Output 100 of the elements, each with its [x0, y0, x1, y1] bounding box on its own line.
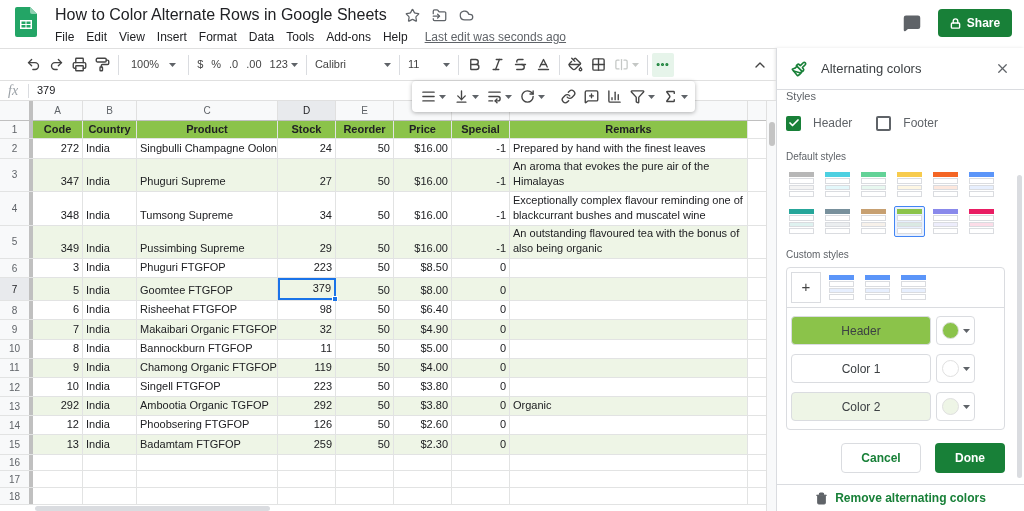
row-number[interactable]: 2 [11, 140, 18, 156]
table-cell: 24 [319, 140, 332, 156]
trash-icon[interactable] [815, 491, 829, 505]
column-header[interactable]: A [54, 103, 61, 119]
increase-decimals-button[interactable]: .00 [242, 52, 266, 77]
color-label-button[interactable]: Color 2 [791, 392, 931, 421]
section-label: Default styles [786, 150, 848, 164]
panel-scrollbar[interactable] [1017, 175, 1022, 478]
style-swatch[interactable] [858, 169, 889, 200]
table-cell: 7 [72, 321, 79, 337]
table-cell: $16.00 [414, 140, 448, 156]
custom-style-swatch[interactable] [862, 272, 893, 303]
horizontal-scrollbar[interactable] [35, 505, 270, 511]
menu-item[interactable]: Insert [156, 28, 187, 46]
style-swatch[interactable] [822, 169, 853, 200]
menu-item[interactable]: View [119, 28, 145, 46]
table-cell: 0 [499, 260, 506, 276]
table-cell: 347 [60, 174, 79, 190]
table-cell: 349 [60, 241, 79, 257]
fill-handle[interactable] [332, 296, 338, 303]
table-cell: $8.50 [420, 260, 448, 276]
folder-icon[interactable] [431, 7, 447, 23]
row-number[interactable]: 5 [11, 234, 18, 250]
table-cell: Makaibari Organic FTGFOP [140, 321, 277, 337]
row-number[interactable]: 8 [11, 302, 18, 318]
column-header[interactable]: C [203, 103, 211, 119]
color-label-button[interactable]: Color 1 [791, 354, 931, 383]
cancel-button[interactable]: Cancel [841, 443, 921, 473]
color-label-button[interactable]: Header [791, 316, 931, 345]
remove-link[interactable]: Remove alternating colors [835, 489, 986, 507]
close-icon[interactable] [995, 61, 1010, 76]
caret-icon [505, 94, 512, 99]
row-number[interactable]: 3 [11, 167, 18, 183]
comment-icon[interactable] [903, 14, 921, 32]
done-button[interactable]: Done [935, 443, 1005, 473]
star-icon[interactable] [404, 7, 420, 23]
table-cell: India [86, 302, 110, 318]
currency-button[interactable]: $ [193, 52, 208, 77]
style-swatch[interactable] [930, 206, 961, 237]
style-swatch[interactable] [894, 206, 925, 237]
sheets-logo-icon[interactable] [15, 7, 37, 37]
style-swatch[interactable] [786, 169, 817, 200]
row-number[interactable]: 9 [11, 322, 18, 337]
menu-item[interactable]: Help [382, 28, 408, 46]
text-wrapping-icon [487, 89, 502, 104]
custom-style-swatch[interactable] [826, 272, 857, 303]
font-size-dropdown[interactable]: 11 [403, 52, 454, 77]
menu-item[interactable]: Data [248, 28, 275, 46]
caret-icon [472, 94, 479, 99]
style-swatch[interactable] [930, 169, 961, 200]
style-swatch[interactable] [822, 206, 853, 237]
style-swatch[interactable] [966, 169, 997, 200]
color-picker[interactable] [936, 354, 975, 383]
table-cell-text: Reorder [343, 122, 386, 138]
table-cell: 12 [66, 417, 79, 433]
table-cell: -1 [496, 241, 506, 257]
zoom-dropdown[interactable]: 100% [123, 52, 185, 77]
vertical-scrollbar[interactable] [768, 122, 775, 146]
menu-item[interactable]: Tools [286, 28, 315, 46]
table-cell: India [86, 140, 110, 156]
decrease-decimals-button[interactable]: .0 [225, 52, 243, 77]
style-swatch[interactable] [786, 206, 817, 237]
menu-item[interactable]: File [55, 28, 75, 46]
table-cell: 0 [499, 417, 506, 433]
document-title[interactable]: How to Color Alternate Rows in Google Sheets [55, 5, 387, 25]
table-cell: 50 [377, 140, 390, 156]
table-cell: 50 [377, 436, 390, 452]
column-header[interactable]: D [302, 103, 311, 119]
style-swatch[interactable] [894, 169, 925, 200]
number-format-dropdown[interactable]: 123 [265, 52, 302, 77]
row-number[interactable]: 1 [11, 122, 18, 138]
table-cell: $5.00 [420, 340, 448, 356]
color-picker[interactable] [936, 316, 975, 345]
last-edit-link[interactable]: Last edit was seconds ago [424, 28, 567, 46]
caret-icon [442, 62, 450, 67]
more-button[interactable] [651, 52, 674, 77]
column-header[interactable]: E [361, 103, 368, 119]
custom-style-swatch[interactable] [898, 272, 929, 303]
menu-item[interactable]: Format [198, 28, 237, 46]
menu-item[interactable]: Add-ons [326, 28, 371, 46]
percent-button[interactable]: % [207, 52, 226, 77]
text-rotation-icon [520, 89, 535, 104]
table-cell: 34 [319, 207, 332, 223]
add-style-button[interactable]: + [791, 272, 821, 303]
style-swatch[interactable] [858, 206, 889, 237]
share-button[interactable]: Share [938, 9, 1012, 37]
checkbox[interactable] [876, 115, 892, 131]
row-number[interactable]: 7 [11, 281, 18, 297]
style-swatch[interactable] [966, 206, 997, 237]
row-number[interactable]: 6 [11, 260, 18, 276]
color-picker[interactable] [936, 392, 975, 421]
menu-item[interactable]: Edit [86, 28, 108, 46]
formula-input[interactable]: 379 [37, 82, 56, 99]
table-cell: Risheehat FTGFOP [140, 302, 238, 318]
cloud-icon[interactable] [458, 7, 474, 23]
column-header[interactable]: B [106, 103, 113, 119]
font-dropdown[interactable]: Calibri [310, 52, 395, 77]
row-number[interactable]: 4 [11, 200, 18, 216]
caret-icon [962, 328, 970, 333]
checkbox[interactable] [786, 115, 801, 131]
